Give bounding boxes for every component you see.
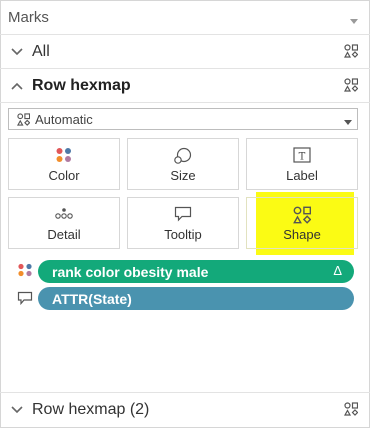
size-icon [128,147,238,165]
shape-card-label: Shape [283,227,321,242]
section-row-hexmap-2[interactable]: Row hexmap (2) [0,392,370,426]
marks-header: Marks [0,0,370,35]
label-card[interactable]: T Label [246,138,358,190]
size-card[interactable]: Size [127,138,239,190]
detail-card[interactable]: Detail [8,197,120,249]
color-card-label: Color [48,168,80,183]
label-card-label: Label [286,168,318,183]
section-row-hexmap-label: Row hexmap [32,76,131,94]
shape-icon [343,44,359,63]
size-card-label: Size [170,168,196,183]
svg-text:T: T [299,152,306,163]
detail-card-label: Detail [47,227,81,242]
section-row-hexmap[interactable]: Row hexmap [0,69,370,103]
shape-icon [17,112,30,126]
shape-icon [343,78,359,97]
marks-title: Marks [8,8,49,26]
field-pill-attr-state[interactable]: ATTR(State) [38,287,354,310]
mark-type-dropdown[interactable]: Automatic [8,108,358,130]
chevron-down-icon[interactable] [350,12,358,29]
section-all[interactable]: All [0,35,370,69]
chevron-up-icon[interactable] [8,82,26,90]
label-icon: T [247,147,357,163]
color-icon [9,147,119,163]
dropdown-arrow-icon[interactable] [344,114,352,129]
tooltip-card-label: Tooltip [164,227,202,242]
chevron-down-icon[interactable] [8,405,26,414]
chevron-down-icon[interactable] [8,47,26,56]
detail-icon [9,206,119,220]
color-card[interactable]: Color [8,138,120,190]
tooltip-icon [128,206,238,222]
shape-card[interactable]: Shape [246,197,358,249]
field-pill-label: ATTR(State) [52,290,132,307]
color-dots-icon [17,263,33,282]
field-pill-label: rank color obesity male [52,263,209,280]
field-pill-rank-color[interactable]: rank color obesity male Δ [38,260,354,283]
section-all-label: All [32,42,50,60]
shape-icon [247,206,357,224]
section-row-hexmap-2-label: Row hexmap (2) [32,400,150,418]
mark-type-value: Automatic [35,111,93,127]
shape-icon [343,402,359,421]
delta-icon: Δ [333,263,342,278]
tooltip-card[interactable]: Tooltip [127,197,239,249]
tooltip-icon [17,291,33,310]
